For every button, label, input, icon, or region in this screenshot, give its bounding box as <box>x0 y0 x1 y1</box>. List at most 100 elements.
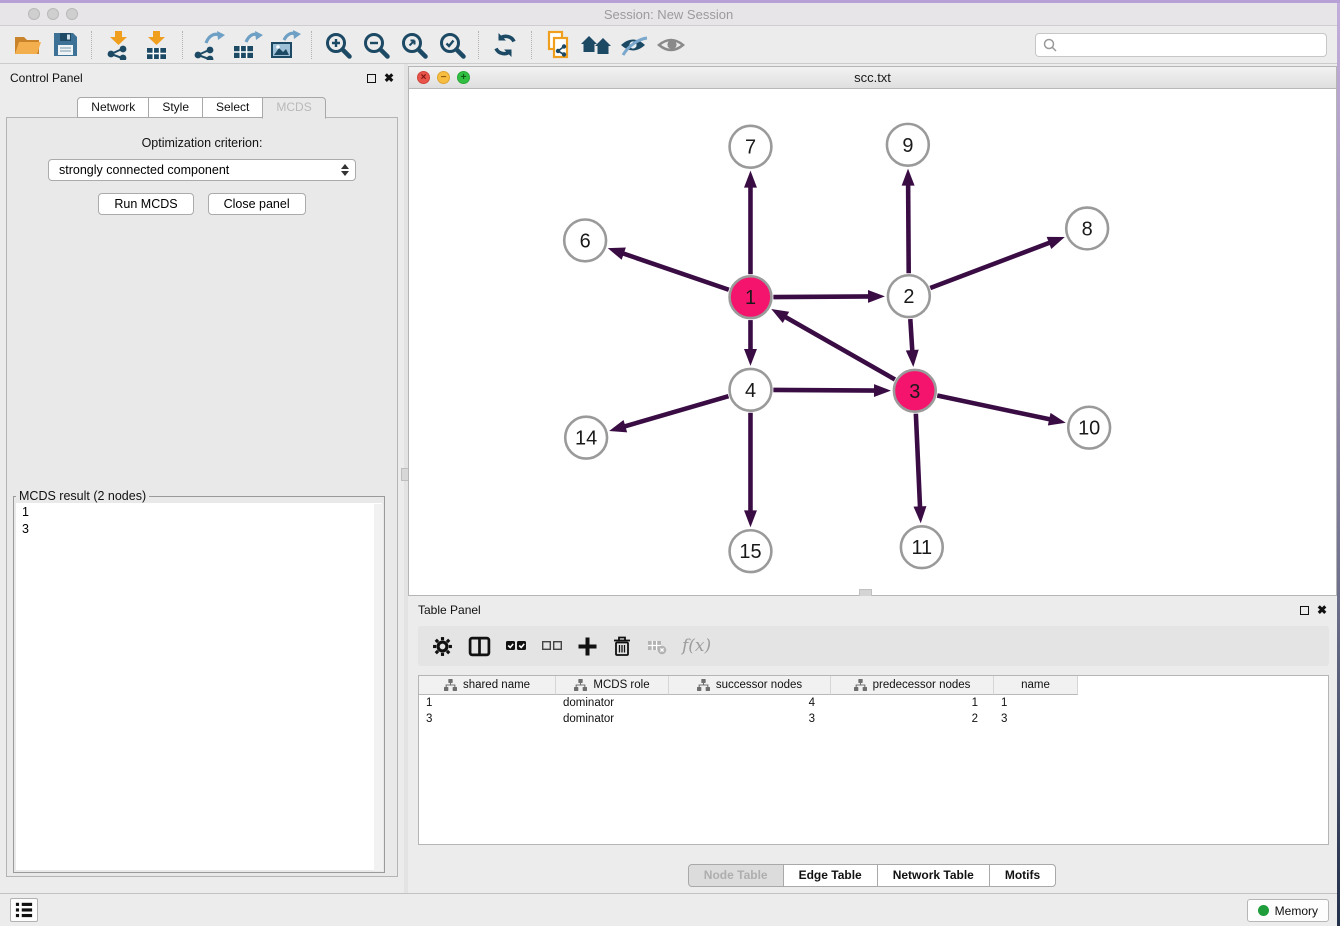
graph-edge-4-3[interactable] <box>773 384 891 397</box>
graph-edge-3-1[interactable] <box>771 309 895 379</box>
column-header-label: successor nodes <box>716 679 802 691</box>
graph-edge-4-15[interactable] <box>744 413 757 528</box>
graph-edge-1-4[interactable] <box>744 320 757 366</box>
result-line: 1 <box>22 504 382 521</box>
result-scrollbar[interactable] <box>374 504 383 871</box>
table-cell[interactable]: 2 <box>831 711 994 727</box>
export-network-icon <box>193 30 225 60</box>
hide-selected-button[interactable] <box>615 29 653 61</box>
search-input[interactable] <box>1058 38 1326 52</box>
table-cell[interactable]: 4 <box>669 695 831 711</box>
columns-icon <box>468 636 491 657</box>
export-image-button[interactable] <box>266 29 304 61</box>
table-cell[interactable]: 1 <box>831 695 994 711</box>
graph-node-10[interactable]: 10 <box>1068 407 1110 449</box>
table-cell[interactable]: 1 <box>419 695 556 711</box>
column-header-shared-name[interactable]: shared name <box>419 676 556 695</box>
mcds-result-list[interactable]: 13 <box>16 503 382 870</box>
column-header-label: predecessor nodes <box>873 679 971 691</box>
graph-node-6[interactable]: 6 <box>564 219 606 261</box>
table-cell[interactable]: 1 <box>994 695 1078 711</box>
graph-node-3[interactable]: 3 <box>894 370 936 412</box>
graph-edge-2-9[interactable] <box>902 169 915 274</box>
zoom-in-button[interactable] <box>319 29 357 61</box>
network-canvas[interactable]: 7 9 6 8 1 2 4 3 14 10 15 11 <box>409 89 1336 595</box>
tab-network[interactable]: Network <box>77 97 149 118</box>
column-header-mcds-role[interactable]: MCDS role <box>556 676 669 695</box>
graph-node-9[interactable]: 9 <box>887 124 929 166</box>
graph-edge-1-7[interactable] <box>744 171 757 275</box>
column-header-name[interactable]: name <box>994 676 1078 695</box>
task-history-button[interactable] <box>10 898 38 922</box>
table-row[interactable]: 1dominator411 <box>419 695 1328 711</box>
zoom-out-button[interactable] <box>357 29 395 61</box>
tab-mcds[interactable]: MCDS <box>262 97 325 119</box>
export-table-button[interactable] <box>228 29 266 61</box>
table-cell[interactable]: 3 <box>669 711 831 727</box>
table-cell[interactable]: 3 <box>994 711 1078 727</box>
network-graph[interactable]: 7 9 6 8 1 2 4 3 14 10 15 11 <box>409 89 1336 595</box>
tab-edge-table[interactable]: Edge Table <box>783 864 878 887</box>
show-columns-button[interactable] <box>468 633 491 659</box>
table-cell[interactable]: dominator <box>556 711 669 727</box>
graph-node-1[interactable]: 1 <box>730 276 772 318</box>
create-column-button[interactable] <box>578 633 597 659</box>
tab-node-table[interactable]: Node Table <box>688 864 784 887</box>
close-panel-icon[interactable]: ✖ <box>384 72 394 84</box>
network-view-window: × − + scc.txt 7 9 6 8 1 2 4 3 14 10 15 11 <box>408 66 1337 596</box>
graph-node-2[interactable]: 2 <box>888 275 930 317</box>
share-session-button[interactable] <box>539 29 577 61</box>
memory-button[interactable]: Memory <box>1247 899 1329 922</box>
home-button[interactable] <box>577 29 615 61</box>
graph-node-15[interactable]: 15 <box>730 530 772 572</box>
show-all-button[interactable] <box>653 29 691 61</box>
criterion-dropdown[interactable]: strongly connected component <box>48 159 356 181</box>
import-table-button[interactable] <box>137 29 175 61</box>
table-row[interactable]: 3dominator323 <box>419 711 1328 727</box>
run-mcds-button[interactable]: Run MCDS <box>98 193 193 215</box>
graph-node-8[interactable]: 8 <box>1066 208 1108 250</box>
column-header-predecessor-nodes[interactable]: predecessor nodes <box>831 676 994 695</box>
zoom-in-icon <box>324 31 352 59</box>
apply-layout-button[interactable] <box>486 29 524 61</box>
graph-edge-3-11[interactable] <box>914 414 927 524</box>
tab-select[interactable]: Select <box>202 97 263 118</box>
float-panel-icon[interactable] <box>367 74 376 83</box>
graph-node-14[interactable]: 14 <box>565 417 607 459</box>
hierarchy-icon <box>574 679 587 691</box>
graph-node-11[interactable]: 11 <box>901 526 943 568</box>
toolbar-separator <box>182 31 183 59</box>
save-session-button[interactable] <box>46 29 84 61</box>
hierarchy-icon <box>444 679 457 691</box>
open-file-button[interactable] <box>8 29 46 61</box>
graph-node-4[interactable]: 4 <box>730 369 772 411</box>
delete-column-button[interactable] <box>612 633 632 659</box>
zoom-fit-button[interactable] <box>395 29 433 61</box>
tab-network-table[interactable]: Network Table <box>877 864 990 887</box>
graph-edge-3-10[interactable] <box>937 396 1066 426</box>
import-network-button[interactable] <box>99 29 137 61</box>
table-settings-button[interactable] <box>432 633 453 659</box>
graph-edge-4-14[interactable] <box>609 396 728 432</box>
export-network-button[interactable] <box>190 29 228 61</box>
graph-edge-1-6[interactable] <box>608 248 729 290</box>
unselect-all-columns-button[interactable] <box>542 633 563 659</box>
zoom-out-icon <box>362 31 390 59</box>
close-table-panel-icon[interactable]: ✖ <box>1317 604 1327 616</box>
graph-node-7[interactable]: 7 <box>730 126 772 168</box>
graph-edge-2-3[interactable] <box>906 319 919 367</box>
main-titlebar[interactable]: Session: New Session <box>0 3 1337 26</box>
search-box[interactable] <box>1035 33 1327 57</box>
table-cell[interactable]: dominator <box>556 695 669 711</box>
network-view-titlebar[interactable]: × − + scc.txt <box>409 67 1336 89</box>
select-all-columns-button[interactable] <box>506 633 527 659</box>
close-panel-button[interactable]: Close panel <box>208 193 306 215</box>
zoom-selected-button[interactable] <box>433 29 471 61</box>
column-header-successor-nodes[interactable]: successor nodes <box>669 676 831 695</box>
table-cell[interactable]: 3 <box>419 711 556 727</box>
graph-edge-1-2[interactable] <box>773 290 885 303</box>
tab-style[interactable]: Style <box>148 97 203 118</box>
tab-motifs[interactable]: Motifs <box>989 864 1056 887</box>
float-table-panel-icon[interactable] <box>1300 606 1309 615</box>
graph-edge-2-8[interactable] <box>930 237 1065 288</box>
